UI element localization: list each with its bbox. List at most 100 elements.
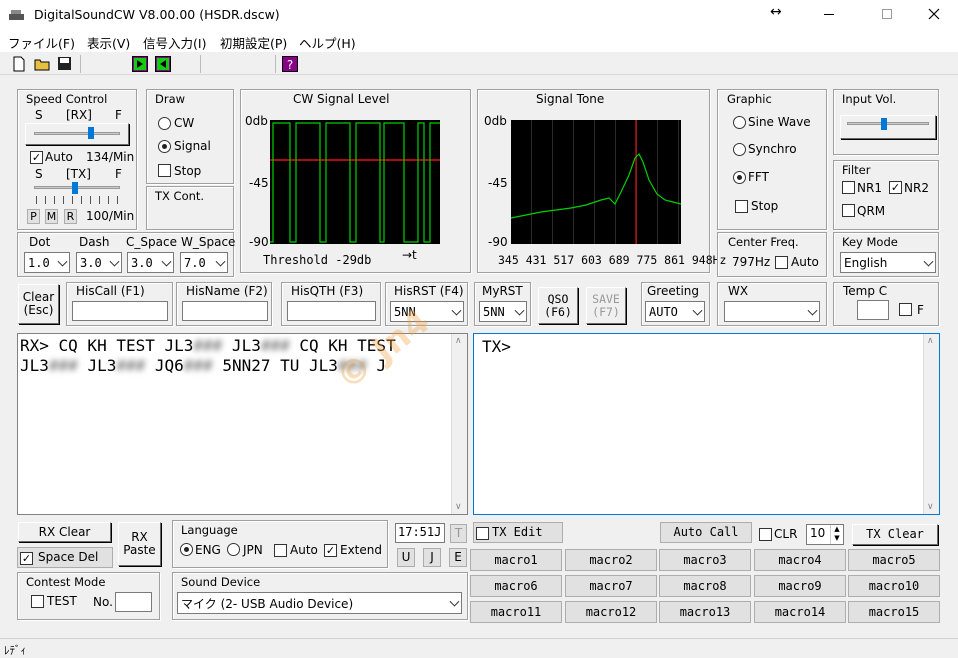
help-icon[interactable]: ? <box>282 56 298 72</box>
menu-settings[interactable]: 初期設定(P) <box>220 33 287 52</box>
scroll-up-icon[interactable]: ∧ <box>927 336 934 346</box>
tx-scrollbar[interactable]: ∧ ∨ <box>923 334 939 514</box>
auto-call-button[interactable]: Auto Call <box>660 522 752 543</box>
maximize-icon[interactable] <box>882 9 892 19</box>
macro-button-11[interactable]: macro11 <box>470 601 562 623</box>
save-button[interactable]: SAVE (F7) <box>586 287 626 324</box>
hiscall-input[interactable] <box>72 301 168 321</box>
input-vol-slider[interactable] <box>840 115 936 139</box>
extend-checkbox[interactable]: ✓ <box>324 544 337 557</box>
macro-button-14[interactable]: macro14 <box>754 601 846 623</box>
clear-esc-button[interactable]: Clear (Esc) <box>18 284 59 324</box>
dash-select[interactable]: 3.0 <box>76 252 122 273</box>
w-space-select[interactable]: 7.0 <box>180 252 228 273</box>
tx-text-area[interactable]: TX> ∧ ∨ <box>473 333 940 515</box>
menu-file[interactable]: ファイル(F) <box>8 33 75 52</box>
r-button[interactable]: R <box>64 209 77 224</box>
m-button[interactable]: M <box>45 209 58 224</box>
space-del-checkbox[interactable]: ✓ <box>20 552 33 565</box>
close-icon[interactable] <box>928 8 940 20</box>
key-mode-select[interactable]: English <box>840 252 936 273</box>
rx-clear-button[interactable]: RX Clear <box>18 522 111 542</box>
play-forward-icon[interactable] <box>132 56 148 72</box>
macro-button-12[interactable]: macro12 <box>565 601 657 623</box>
clr-count-spinner[interactable]: 10 ▲ ▼ <box>806 524 844 545</box>
qso-button[interactable]: QSO (F6) <box>538 287 578 324</box>
macro-button-7[interactable]: macro7 <box>565 575 657 597</box>
scroll-down-icon[interactable]: ∨ <box>927 502 934 512</box>
e-button[interactable]: E <box>449 548 467 567</box>
macro-button-4[interactable]: macro4 <box>754 549 846 571</box>
menu-signal-input[interactable]: 信号入力(I) <box>143 33 206 52</box>
macro-button-10[interactable]: macro10 <box>848 575 940 597</box>
myrst-select[interactable]: 5NN <box>479 301 527 322</box>
rx-speed-slider[interactable] <box>25 123 129 145</box>
t-button[interactable]: T <box>450 524 467 543</box>
signal-tone-scope <box>510 120 682 244</box>
j-button[interactable]: J <box>423 548 441 567</box>
c-space-select[interactable]: 3.0 <box>127 252 174 273</box>
nr1-checkbox[interactable] <box>842 181 855 194</box>
macro-button-13[interactable]: macro13 <box>659 601 751 623</box>
temp-input[interactable] <box>857 300 889 320</box>
graphic-synchro-radio[interactable] <box>733 143 746 156</box>
input-vol-thumb[interactable] <box>881 118 887 130</box>
contest-test-checkbox[interactable] <box>31 595 44 608</box>
draw-stop-checkbox[interactable] <box>158 164 171 177</box>
rx-speed-thumb[interactable] <box>88 127 94 139</box>
graphic-sine-radio[interactable] <box>733 116 746 129</box>
open-folder-icon[interactable] <box>34 56 51 72</box>
lang-jpn-radio[interactable] <box>227 543 240 556</box>
macro-button-9[interactable]: macro9 <box>754 575 846 597</box>
qrm-checkbox[interactable] <box>842 204 855 217</box>
play-back-icon[interactable] <box>155 56 171 72</box>
macro-button-5[interactable]: macro5 <box>848 549 940 571</box>
macro-button-8[interactable]: macro8 <box>659 575 751 597</box>
sound-device-select[interactable]: マイク (2- USB Audio Device) <box>177 592 462 614</box>
cw-y-bot: -90 <box>249 235 269 249</box>
tx-speed-thumb[interactable] <box>72 182 78 194</box>
p-button[interactable]: P <box>27 209 40 224</box>
dot-label: Dot <box>29 235 51 249</box>
macro-button-15[interactable]: macro15 <box>848 601 940 623</box>
macro-button-6[interactable]: macro6 <box>470 575 562 597</box>
contest-no-label: No. <box>93 595 113 609</box>
rx-paste-button[interactable]: RX Paste <box>118 522 161 566</box>
scroll-up-icon[interactable]: ∧ <box>455 336 462 346</box>
graphic-fft-radio[interactable] <box>733 171 746 184</box>
minimize-icon[interactable] <box>824 14 834 15</box>
nr2-checkbox[interactable]: ✓ <box>889 181 902 194</box>
auto-speed-label: Auto <box>45 150 73 164</box>
u-button[interactable]: U <box>397 548 415 567</box>
contest-no-input[interactable] <box>115 592 152 612</box>
graphic-stop-checkbox[interactable] <box>735 200 748 213</box>
menu-help[interactable]: ヘルプ(H) <box>299 33 356 52</box>
spin-down-icon[interactable]: ▼ <box>834 534 839 542</box>
macro-button-2[interactable]: macro2 <box>565 549 657 571</box>
new-file-icon[interactable] <box>12 56 26 72</box>
greeting-select[interactable]: AUTO <box>645 301 705 322</box>
draw-cw-radio[interactable] <box>158 117 171 130</box>
rx-scrollbar[interactable]: ∧ ∨ <box>451 334 467 514</box>
hisqth-input[interactable] <box>287 301 376 321</box>
tx-edit-checkbox[interactable] <box>476 527 489 540</box>
draw-signal-radio[interactable] <box>158 140 171 153</box>
tx-clear-button[interactable]: TX Clear <box>852 524 938 545</box>
dot-select[interactable]: 1.0 <box>24 252 70 273</box>
macro-button-1[interactable]: macro1 <box>470 549 562 571</box>
auto-speed-checkbox[interactable]: ✓ <box>30 151 43 164</box>
lang-auto-checkbox[interactable] <box>274 544 287 557</box>
freq-axis-label: 345 431 517 603 689 775 861 948Hz <box>498 253 727 267</box>
save-icon[interactable] <box>57 56 72 71</box>
spin-up-icon[interactable]: ▲ <box>834 525 839 533</box>
temp-f-label: F <box>917 303 924 317</box>
macro-button-3[interactable]: macro3 <box>659 549 751 571</box>
menu-view[interactable]: 表示(V) <box>87 33 130 52</box>
scroll-down-icon[interactable]: ∨ <box>455 502 462 512</box>
temp-f-checkbox[interactable] <box>899 303 912 316</box>
wx-select[interactable] <box>724 301 820 322</box>
hisname-input[interactable] <box>182 301 268 321</box>
lang-eng-radio[interactable] <box>180 543 193 556</box>
clr-checkbox[interactable] <box>759 528 772 541</box>
center-freq-auto-checkbox[interactable] <box>775 256 788 269</box>
